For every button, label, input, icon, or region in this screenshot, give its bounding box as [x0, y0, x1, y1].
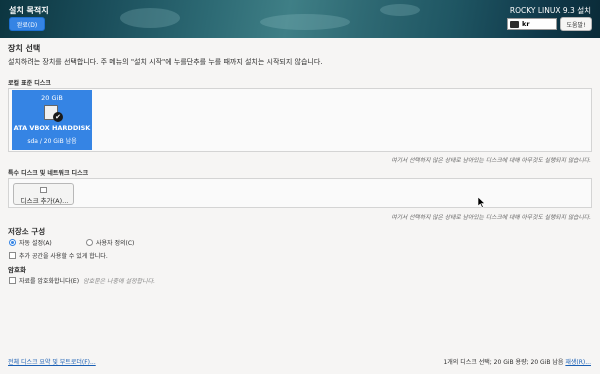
- header-texture: [380, 4, 420, 16]
- custom-config-label: 사용자 정의(C): [96, 240, 135, 247]
- radio-icon[interactable]: [86, 239, 93, 246]
- checkbox-icon[interactable]: [9, 252, 16, 259]
- encryption-title: 암호화: [8, 266, 26, 274]
- disk-status: 1개의 디스크 선택; 20 GiB 용량; 20 GiB 남음 재생(R)..…: [443, 357, 591, 366]
- header-bar: 설치 목적지 완료(D) ROCKY LINUX 9.3 설치 kr 도움말!: [0, 0, 600, 38]
- auto-config-label: 자동 설정(A): [19, 240, 52, 247]
- product-title: ROCKY LINUX 9.3 설치: [509, 6, 591, 15]
- encrypt-label: 자료를 암호화합니다(E): [19, 278, 80, 285]
- special-disks-panel: [8, 178, 592, 208]
- storage-config-title: 저장소 구성: [8, 227, 46, 236]
- done-button[interactable]: 완료(D): [9, 17, 45, 31]
- keyboard-icon: [510, 20, 519, 28]
- extra-space-option[interactable]: 추가 공간을 사용할 수 있게 합니다.: [9, 251, 108, 260]
- local-disks-panel: [8, 88, 592, 152]
- encryption-note: 암호문은 나중에 설정합니다.: [83, 278, 156, 285]
- special-disks-label: 특수 디스크 및 네트워크 디스크: [8, 170, 89, 177]
- add-disk-button[interactable]: 디스크 추가(A)...: [13, 183, 74, 205]
- header-texture: [120, 8, 180, 28]
- extra-space-label: 추가 공간을 사용할 수 있게 합니다.: [19, 253, 108, 260]
- disk-size: 20 GiB: [41, 94, 63, 102]
- auto-config-option[interactable]: 자동 설정(A): [9, 238, 52, 247]
- checkmark-icon: ✔: [53, 112, 63, 122]
- disk-info: sda / 20 GiB 남음: [27, 138, 77, 145]
- keyboard-layout-label: kr: [522, 20, 530, 28]
- custom-config-option[interactable]: 사용자 정의(C): [86, 238, 134, 247]
- encrypt-option[interactable]: 자료를 암호화합니다(E) 암호문은 나중에 설정합니다.: [9, 276, 155, 285]
- help-button[interactable]: 도움말!: [560, 17, 592, 31]
- local-disks-label: 로컬 표준 디스크: [8, 80, 51, 87]
- refresh-link[interactable]: 재생(R)...: [565, 359, 591, 366]
- keyboard-layout-indicator[interactable]: kr: [507, 18, 557, 30]
- checkbox-icon[interactable]: [9, 277, 16, 284]
- special-disks-hint: 여기서 선택하지 않은 상태로 남아있는 디스크에 대해 아무것도 실행되지 않…: [391, 215, 591, 221]
- mouse-pointer-icon: [478, 197, 486, 208]
- disk-status-text: 1개의 디스크 선택; 20 GiB 용량; 20 GiB 남음: [443, 359, 564, 366]
- device-selection-description: 설치하려는 장치를 선택합니다. 주 메뉴의 "설치 시작"에 누를단추를 누를…: [8, 58, 323, 66]
- header-texture: [260, 14, 350, 30]
- add-disk-label: 디스크 추가(A)...: [20, 197, 69, 205]
- disk-summary-link[interactable]: 전체 디스크 요약 및 부트로더(F)...: [8, 357, 96, 366]
- device-selection-title: 장치 선택: [8, 44, 41, 53]
- radio-selected-icon[interactable]: [9, 239, 16, 246]
- local-disks-hint: 여기서 선택하지 않은 상태로 남아있는 디스크에 대해 아무것도 실행되지 않…: [391, 158, 591, 164]
- disk-name: ATA VBOX HARDDISK: [13, 124, 91, 132]
- page-title: 설치 목적지: [9, 6, 49, 15]
- disk-tile-sda[interactable]: 20 GiB ✔ ATA VBOX HARDDISK sda / 20 GiB …: [12, 90, 92, 150]
- disk-icon: [40, 187, 47, 193]
